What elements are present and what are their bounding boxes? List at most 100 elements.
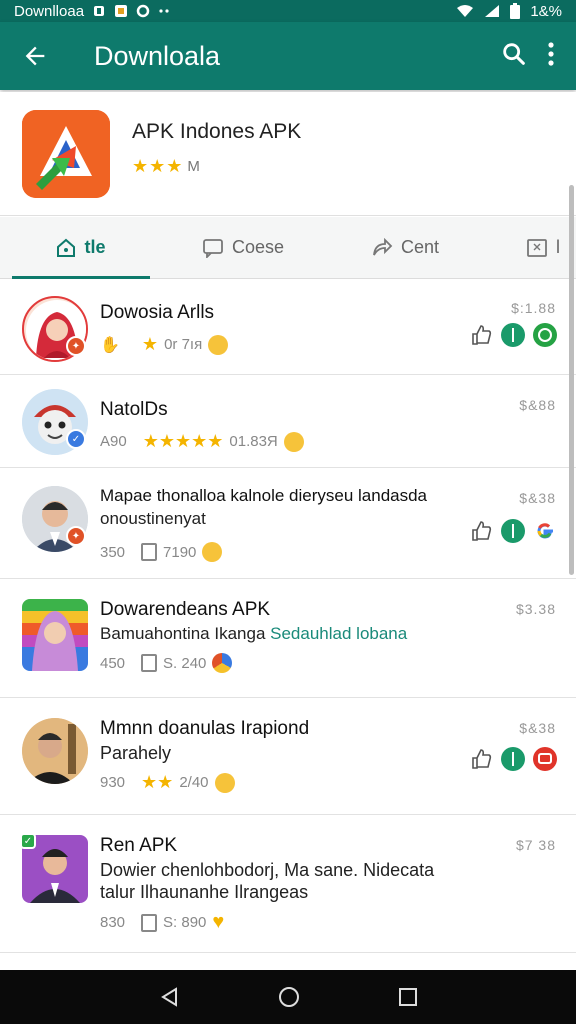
thumb-up-icon[interactable] bbox=[470, 323, 494, 347]
item-subtitle-a: Bamuahontina Ikanga bbox=[100, 624, 266, 643]
item-subtitle-link[interactable]: Sedauhlad lobana bbox=[270, 624, 407, 643]
verified-badge-icon: ✦ bbox=[66, 336, 86, 356]
item-title: NatolDs bbox=[100, 399, 168, 420]
item-title: Mapae thonalloa kalnole dieryseu landasd… bbox=[100, 486, 428, 505]
arrow-back-icon bbox=[25, 46, 45, 66]
tab-label: Cent bbox=[400, 237, 440, 257]
notification-icon bbox=[92, 4, 106, 18]
tab-chat[interactable]: Coese bbox=[162, 217, 324, 278]
circle-icon bbox=[136, 4, 150, 18]
gallery-icon bbox=[114, 4, 128, 18]
list-item[interactable]: ✦ Mapae thonalloa kalnole dieryseu landa… bbox=[0, 468, 576, 579]
item-title: Dowosia Arlls bbox=[100, 302, 215, 323]
item-title: Ren APK bbox=[100, 835, 178, 856]
page-title: Downloala bbox=[94, 40, 221, 71]
battery-icon bbox=[510, 3, 521, 19]
app-rating: ★★★ M bbox=[132, 156, 200, 177]
item-meta-count: 450 bbox=[100, 654, 126, 672]
nav-home-icon[interactable] bbox=[277, 985, 301, 1009]
share-icon bbox=[373, 237, 393, 255]
item-meta-text: S: 890 bbox=[163, 914, 207, 931]
item-title: Dowarendeans APK bbox=[100, 599, 271, 620]
whatsapp-icon[interactable] bbox=[532, 322, 558, 348]
search-icon bbox=[503, 42, 525, 65]
thumb-up-icon[interactable] bbox=[470, 747, 494, 771]
signal-icon bbox=[484, 4, 500, 18]
item-meta-text: S. 240 bbox=[163, 654, 207, 672]
more-notifications-icon bbox=[158, 8, 172, 14]
item-meta-count: A90 bbox=[100, 433, 127, 450]
apk-logo-icon bbox=[22, 110, 110, 198]
item-subtitle: onoustinenyat bbox=[100, 509, 206, 528]
tab-label: tle bbox=[84, 237, 106, 257]
app-bar: Downloala bbox=[0, 22, 576, 90]
tab-label: Coese bbox=[231, 237, 285, 257]
overflow-menu-button[interactable] bbox=[546, 41, 556, 72]
system-nav-bar bbox=[0, 970, 576, 1024]
item-price: $&38 bbox=[519, 720, 556, 736]
nav-back-icon[interactable] bbox=[158, 986, 180, 1008]
verified-badge-icon: ✦ bbox=[66, 526, 86, 546]
nav-recents-icon[interactable] bbox=[398, 987, 418, 1007]
screen-icon bbox=[527, 238, 547, 257]
verified-badge-icon: ✓ bbox=[66, 429, 86, 449]
item-meta: 930 ★★ 2/40 bbox=[100, 772, 235, 793]
item-price: $&88 bbox=[519, 397, 556, 413]
tab-screen[interactable]: l bbox=[486, 217, 576, 278]
red-chat-icon[interactable] bbox=[532, 746, 558, 772]
green-download-icon[interactable] bbox=[500, 518, 526, 544]
rating-stars: ★★ bbox=[141, 772, 174, 792]
check-badge-icon: ✓ bbox=[20, 833, 36, 849]
rating-star: ★ bbox=[141, 334, 159, 354]
rating-text: M bbox=[187, 158, 200, 175]
item-meta-text: 7190 bbox=[163, 543, 197, 561]
status-app-label: Downlloaa bbox=[14, 2, 85, 20]
doc-icon bbox=[141, 543, 158, 561]
item-meta-count: 930 bbox=[100, 774, 126, 791]
item-meta-count: 350 bbox=[100, 543, 126, 561]
back-button[interactable] bbox=[0, 22, 70, 90]
rating-stars: ★★★ bbox=[132, 156, 184, 176]
tab-label: l bbox=[556, 237, 560, 257]
google-icon[interactable] bbox=[532, 518, 558, 544]
app-header: APK Indones APK ★★★ M bbox=[0, 92, 576, 216]
item-meta: A90 ★★★★★ 01.83Я bbox=[100, 431, 304, 452]
emoji-icon bbox=[202, 542, 223, 562]
search-button[interactable] bbox=[500, 40, 528, 73]
chrome-icon bbox=[212, 653, 233, 673]
battery-level: 1&% bbox=[530, 2, 562, 20]
tab-bar: tle Coese Cent l bbox=[0, 217, 576, 279]
green-download-icon[interactable] bbox=[500, 322, 526, 348]
thumb-up-icon[interactable] bbox=[470, 519, 494, 543]
item-meta: 830 S: 890 ♥ bbox=[100, 911, 224, 934]
list-item[interactable]: Dowarendeans APK Bamuahontina Ikanga Sed… bbox=[0, 579, 576, 698]
item-title: Mmnn doanulas Irapiond bbox=[100, 718, 310, 739]
item-price: $3.38 bbox=[515, 601, 556, 617]
scrollbar[interactable] bbox=[569, 185, 574, 575]
item-meta: ✋ ★ 0r 7ıя bbox=[100, 334, 229, 355]
list-item[interactable]: Mmnn doanulas Irapiond Parahely 930 ★★ 2… bbox=[0, 698, 576, 815]
list-item[interactable]: ✓ Ren APK Dowier chenlohbodorj, Ma sane.… bbox=[0, 815, 576, 953]
item-subtitle-2: talur Ilhaunanhe Ilrangeas bbox=[100, 882, 309, 902]
list-item[interactable]: ✦ Dowosia Arlls ✋ ★ 0r 7ıя $:1.88 bbox=[0, 280, 576, 375]
item-meta-text: 0r 7ıя bbox=[164, 336, 203, 353]
emoji-icon bbox=[214, 772, 235, 793]
item-meta-count: 830 bbox=[100, 914, 126, 931]
item-subtitle: Bamuahontina Ikanga Sedauhlad lobana bbox=[100, 623, 500, 645]
download-list: ✦ Dowosia Arlls ✋ ★ 0r 7ıя $:1.88 ✓ Nato… bbox=[0, 280, 576, 970]
item-price: $:1.88 bbox=[511, 300, 556, 316]
chat-icon bbox=[203, 238, 223, 258]
home-icon bbox=[57, 238, 76, 257]
avatar bbox=[22, 599, 88, 671]
app-logo[interactable] bbox=[22, 110, 110, 198]
item-meta-text: 01.83Я bbox=[229, 433, 278, 450]
green-download-icon[interactable] bbox=[500, 746, 526, 772]
hand-icon: ✋ bbox=[100, 336, 120, 354]
tab-share[interactable]: Cent bbox=[324, 217, 486, 278]
list-item[interactable]: ✓ NatolDs A90 ★★★★★ 01.83Я $&88 bbox=[0, 375, 576, 468]
more-vert-icon bbox=[548, 41, 554, 66]
tab-home[interactable]: tle bbox=[0, 217, 162, 279]
item-subtitle: Dowier chenlohbodorj, Ma sane. Nidecata bbox=[100, 860, 435, 880]
wifi-icon bbox=[456, 4, 474, 18]
item-price: $7 38 bbox=[515, 837, 556, 853]
